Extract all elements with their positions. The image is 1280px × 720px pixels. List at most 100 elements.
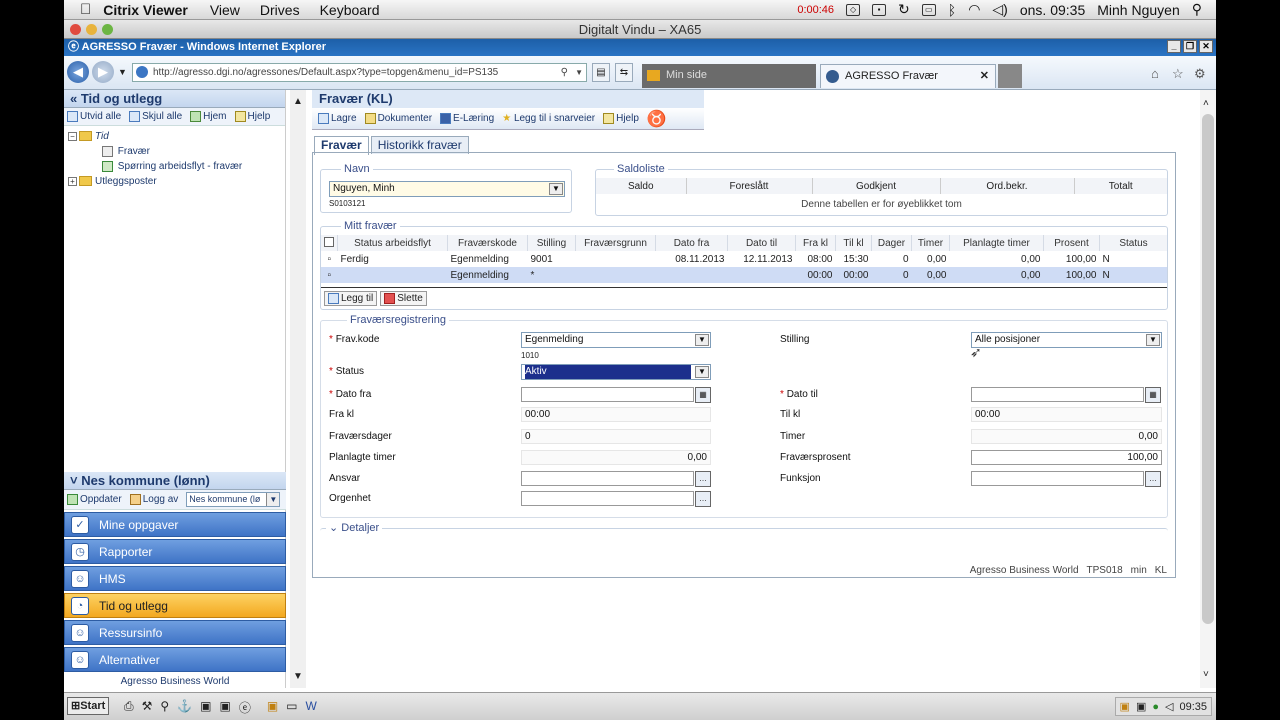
delete-row-button[interactable]: Slette <box>380 290 427 307</box>
column-header[interactable]: Fraværskode <box>447 235 528 251</box>
spotlight-icon[interactable]: ⚲ <box>1192 1 1202 18</box>
nav-tid-og-utlegg[interactable]: ◔ Tid og utlegg <box>64 593 286 618</box>
frav-kode-select[interactable]: Egenmelding ▼ <box>521 332 711 348</box>
dropbox-icon[interactable]: ◇ <box>846 3 861 16</box>
column-header[interactable]: Dato til <box>727 235 796 251</box>
status-icon[interactable]: ▪ <box>872 3 887 16</box>
tree-item-fravaer[interactable]: Fravær <box>68 144 285 159</box>
display-icon[interactable]: ▭ <box>921 3 936 16</box>
tab-close-icon[interactable]: ✕ <box>980 65 989 87</box>
restore-icon[interactable]: ❐ <box>1183 40 1197 53</box>
column-header[interactable]: Timer <box>911 235 950 251</box>
word-icon[interactable]: W <box>306 699 317 716</box>
tools-gear-icon[interactable]: ⚙ <box>1194 66 1206 82</box>
address-bar[interactable]: http://agresso.dgi.no/agressones/Default… <box>132 63 587 82</box>
tab-agresso-fravaer[interactable]: AGRESSO Fravær ✕ <box>820 64 996 88</box>
status-select[interactable]: Aktiv ▼ <box>521 364 711 380</box>
dato-fra-input[interactable] <box>521 387 694 402</box>
til-kl-input[interactable]: 00:00 <box>971 407 1162 422</box>
funksjon-input[interactable] <box>971 471 1144 486</box>
home-icon[interactable]: ⌂ <box>1151 66 1159 81</box>
collapse-icon[interactable]: ˅ <box>70 473 81 488</box>
ansvar-input[interactable] <box>521 471 694 486</box>
scroll-thumb[interactable] <box>1202 114 1214 624</box>
network-icon[interactable]: ⚓ <box>177 699 192 716</box>
back-button[interactable]: ◀ <box>67 61 89 83</box>
row-checkbox[interactable]: ▫ <box>321 251 338 267</box>
add-row-button[interactable]: Legg til <box>324 290 378 307</box>
favorites-icon[interactable]: ☆ <box>1172 66 1184 82</box>
save-button[interactable]: Lagre <box>318 112 357 124</box>
home-button[interactable]: Hjem <box>190 110 227 122</box>
help-button[interactable]: Hjelp <box>234 110 270 122</box>
folder-icon[interactable]: ▭ <box>286 699 297 716</box>
select-all-checkbox[interactable] <box>321 235 338 251</box>
tree-node-tid[interactable]: − Tid <box>68 129 285 144</box>
refresh-button[interactable]: Oppdater <box>67 493 122 505</box>
fra-kl-input[interactable]: 00:00 <box>521 407 711 422</box>
scroll-down-icon[interactable]: ▼ <box>293 671 303 682</box>
taskbar-clock[interactable]: 09:35 <box>1179 701 1207 713</box>
lookup-icon[interactable]: … <box>695 471 711 487</box>
search-icon[interactable]: ⚲ <box>160 699 169 716</box>
volume-icon[interactable]: ◁ <box>1165 700 1173 713</box>
menu-keyboard[interactable]: Keyboard <box>320 2 380 18</box>
minimize-icon[interactable]: _ <box>1167 40 1181 53</box>
fravaersdager-input[interactable]: 0 <box>521 429 711 444</box>
printer-icon[interactable]: ⎙ <box>124 699 134 716</box>
tray-icon[interactable]: ▣ <box>1136 700 1146 713</box>
close-icon[interactable]: ✕ <box>1199 40 1213 53</box>
apple-icon[interactable]:  <box>80 1 91 18</box>
row-checkbox[interactable]: ▫ <box>321 267 338 283</box>
planlagte-timer-input[interactable]: 0,00 <box>521 450 711 465</box>
expand-all-button[interactable]: Utvid alle <box>67 110 121 122</box>
nav-ressursinfo[interactable]: ☺ Ressursinfo <box>64 620 286 645</box>
refresh-icon[interactable]: ⇆ <box>615 63 633 82</box>
collapse-node-icon[interactable]: − <box>68 131 77 141</box>
documents-button[interactable]: Dokumenter <box>364 112 432 124</box>
tray-icon[interactable]: ● <box>1152 701 1159 713</box>
history-dropdown-icon[interactable]: ▼ <box>118 67 127 77</box>
outlook-icon[interactable]: ▣ <box>267 699 278 716</box>
calendar-icon[interactable]: ▦ <box>1145 387 1161 403</box>
detaljer-header[interactable]: ⌄ Detaljer <box>326 521 383 534</box>
column-header[interactable]: Fra kl <box>795 235 836 251</box>
expand-node-icon[interactable]: + <box>68 176 77 186</box>
orgenhet-input[interactable] <box>521 491 694 506</box>
sync-icon[interactable]: ↻ <box>898 1 910 18</box>
menu-view[interactable]: View <box>210 2 240 18</box>
user-name[interactable]: Minh Nguyen <box>1097 2 1180 18</box>
app-icon[interactable]: ▣ <box>200 699 211 716</box>
compat-view-icon[interactable]: ▤ <box>592 63 610 82</box>
volume-icon[interactable]: ◁) <box>992 1 1007 18</box>
menu-drives[interactable]: Drives <box>260 2 300 18</box>
tools-icon[interactable]: ⚒ <box>142 699 153 716</box>
lookup-icon[interactable]: … <box>695 491 711 507</box>
elearning-button[interactable]: E-Læring <box>440 112 494 124</box>
column-header[interactable]: Status <box>1099 235 1167 251</box>
collapse-icon[interactable]: « <box>70 91 81 106</box>
add-shortcut-button[interactable]: ★ Legg til i snarveier <box>502 113 595 124</box>
company-select[interactable]: Nes kommune (lø ▼ <box>186 492 281 507</box>
table-row-selected[interactable]: ▫ Egenmelding * 00:00 00:00 0 0,00 0,00 … <box>321 267 1167 283</box>
new-tab-button[interactable] <box>998 64 1022 88</box>
nav-mine-oppgaver[interactable]: ✓ Mine oppgaver <box>64 512 286 537</box>
help-button[interactable]: Hjelp <box>603 112 639 124</box>
nav-hms[interactable]: ☺ HMS <box>64 566 286 591</box>
column-header[interactable]: Dager <box>871 235 912 251</box>
column-header[interactable]: Stilling <box>527 235 576 251</box>
search-icon[interactable]: ⚲ <box>561 64 568 81</box>
address-dropdown-icon[interactable]: ▼ <box>575 64 583 81</box>
column-header[interactable]: Fraværsgrunn <box>575 235 656 251</box>
logout-button[interactable]: Logg av <box>129 493 178 505</box>
column-header[interactable]: Dato fra <box>655 235 728 251</box>
scroll-up-icon[interactable]: ▲ <box>293 96 303 107</box>
left-scrollbar[interactable]: ▲ ▼ <box>290 90 306 688</box>
dato-til-input[interactable] <box>971 387 1144 402</box>
tab-min-side[interactable]: Min side <box>642 64 816 88</box>
timer-input[interactable]: 0,00 <box>971 429 1162 444</box>
tree-item-sporring[interactable]: Spørring arbeidsflyt - fravær <box>68 159 285 174</box>
lookup-icon[interactable]: … <box>1145 471 1161 487</box>
nav-alternativer[interactable]: ☺ Alternativer <box>64 647 286 672</box>
close-window-button[interactable] <box>70 24 81 35</box>
